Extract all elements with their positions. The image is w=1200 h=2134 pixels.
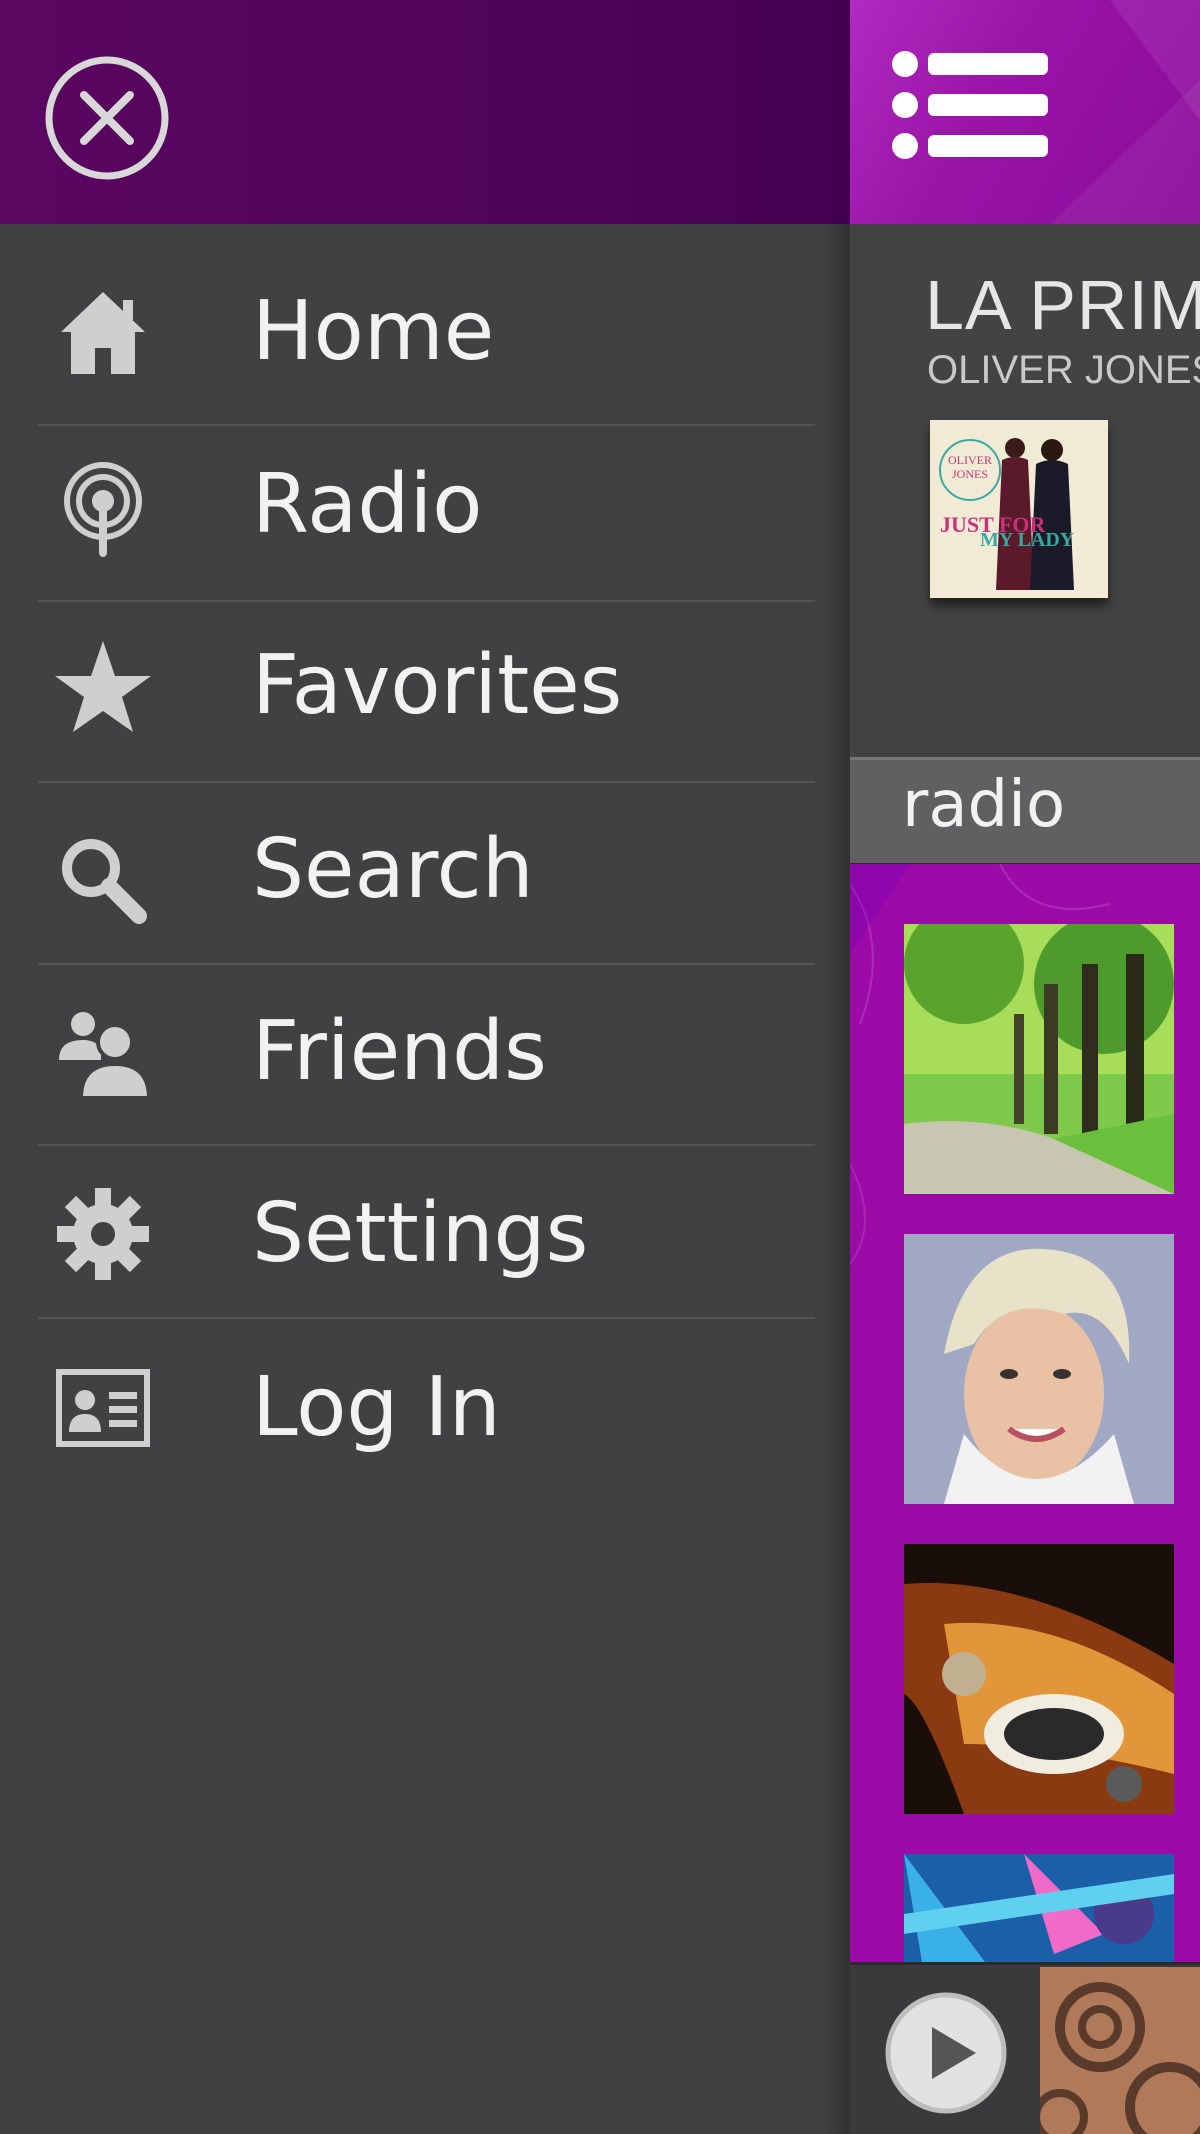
album-art-text: OLIVER — [948, 453, 992, 467]
menu-item-label: Radio — [252, 457, 483, 552]
album-art[interactable]: OLIVER JONES JUST FOR MY LADY — [930, 420, 1108, 598]
menu-item-search[interactable]: Search — [38, 820, 815, 963]
menu-item-label: Friends — [252, 1004, 547, 1099]
menu-divider — [38, 424, 815, 426]
station-tile[interactable] — [904, 1544, 1174, 1814]
friends-icon — [59, 1012, 152, 1100]
menu-divider — [38, 781, 815, 783]
radio-station-list — [850, 864, 1200, 1964]
gear-icon — [57, 1188, 149, 1280]
id-card-icon — [56, 1369, 150, 1447]
menu-item-label: Settings — [252, 1186, 589, 1281]
menu-item-log-in[interactable]: Log In — [38, 1358, 815, 1498]
nav-drawer: Home Radio Favorites Search Friends Sett… — [0, 0, 850, 2134]
mini-album-art[interactable] — [1040, 1967, 1200, 2134]
section-header: radio — [850, 757, 1200, 867]
radio-icon — [64, 462, 142, 557]
menu-item-label: Favorites — [252, 638, 623, 733]
drawer-shadow — [820, 224, 850, 2134]
station-tile[interactable] — [904, 924, 1174, 1194]
menu-divider — [38, 1317, 815, 1319]
now-playing-title: LA PRIM — [925, 266, 1200, 344]
menu-item-settings[interactable]: Settings — [38, 1184, 815, 1317]
star-icon — [55, 641, 151, 732]
now-playing-artist: OLIVER JONES — [927, 348, 1200, 392]
drawer-header — [0, 0, 850, 224]
play-icon[interactable] — [884, 1991, 1008, 2115]
main-content: LA PRIM OLIVER JONES OLIVER JONES JUST F… — [850, 0, 1200, 2134]
album-art-text: JONES — [952, 467, 988, 481]
menu-item-favorites[interactable]: Favorites — [38, 636, 815, 781]
station-tile[interactable] — [904, 1854, 1174, 1964]
search-icon — [62, 839, 147, 924]
station-tile[interactable] — [904, 1234, 1174, 1504]
section-title: radio — [902, 768, 1066, 842]
player-bar — [850, 1962, 1200, 2134]
album-art-text: MY LADY — [980, 529, 1075, 551]
menu-item-label: Log In — [252, 1360, 501, 1455]
menu-divider — [38, 963, 815, 965]
menu-item-friends[interactable]: Friends — [38, 1002, 815, 1144]
menu-item-radio[interactable]: Radio — [38, 455, 815, 600]
close-icon[interactable] — [44, 55, 170, 181]
menu-item-label: Home — [252, 284, 495, 379]
menu-item-label: Search — [252, 822, 534, 917]
menu-divider — [38, 600, 815, 602]
home-icon — [61, 292, 145, 374]
list-menu-icon[interactable] — [890, 50, 1050, 160]
top-bar — [850, 0, 1200, 224]
menu-item-home[interactable]: Home — [38, 282, 815, 424]
menu-divider — [38, 1144, 815, 1146]
